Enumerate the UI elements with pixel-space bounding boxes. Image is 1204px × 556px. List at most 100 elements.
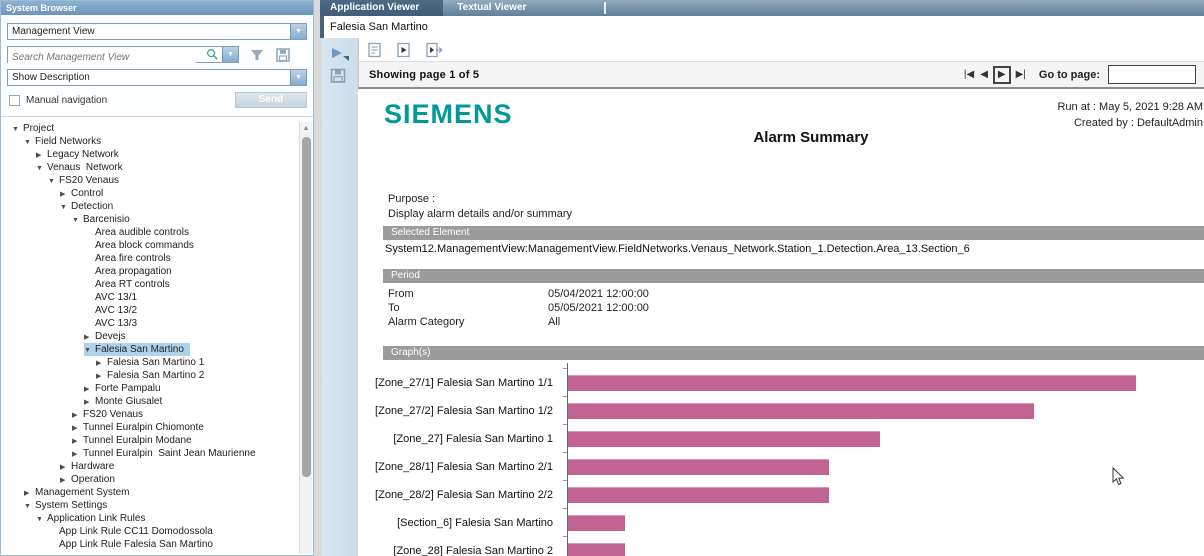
tree-item[interactable]: ▶Legacy Network [2,148,299,161]
tree-item[interactable]: ▶Forte Pampalu [2,382,299,395]
chevron-down-icon[interactable]: ▼ [36,513,47,526]
tree-item[interactable]: ▶Operation [2,473,299,486]
tree-item[interactable]: ▼Detection [2,200,299,213]
manual-navigation-checkbox[interactable] [9,95,20,106]
tree-item[interactable]: ▼Barcenisio [2,213,299,226]
tree-item[interactable]: AVC 13/2 [2,304,299,317]
tree-item-label: App Link Rule Falesia San Martino [59,539,213,550]
goto-page-input[interactable] [1108,65,1196,84]
tree-item[interactable]: ▼Field Networks [2,135,299,148]
tree-item[interactable]: Area propagation [2,265,299,278]
prev-page-icon[interactable]: ◀ [979,68,989,82]
chevron-down-icon[interactable]: ▼ [222,47,238,62]
tree-item[interactable]: ▼Project [2,122,299,135]
search-icon[interactable] [206,48,219,61]
tree-item[interactable]: Area audible controls [2,226,299,239]
chevron-down-icon[interactable]: ▼ [24,500,35,513]
chevron-down-icon[interactable]: ▼ [84,344,95,357]
tab-textual-viewer[interactable]: Textual Viewer [443,0,540,16]
chart-bar [568,515,625,531]
search-input[interactable] [8,51,196,64]
tree-item-label: Devejs [95,331,126,342]
tree-item[interactable]: ▼System Settings [2,499,299,512]
chevron-down-icon[interactable]: ▼ [290,70,306,85]
tree-item[interactable]: ▼Application Link Rules [2,512,299,525]
tree-item[interactable]: ▶Control [2,187,299,200]
mouse-cursor [1112,467,1125,486]
run-report-icon[interactable] [330,46,350,62]
period-label: Alarm Category [388,315,548,329]
chart-category-label: [Zone_27/2] Falesia San Martino 1/2 [375,405,553,417]
chevron-down-icon[interactable]: ▼ [24,136,35,149]
tree-item[interactable]: ▶Falesia San Martino 1 [2,356,299,369]
tree-scrollbar[interactable]: ▲ [299,122,312,554]
chart-row: [Zone_27] Falesia San Martino 1 [358,425,1204,453]
chevron-down-icon[interactable]: ▼ [290,24,306,39]
tree-item[interactable]: ▼Venaus Network [2,161,299,174]
period-table: From05/04/2021 12:00:00To05/05/2021 12:0… [388,287,649,329]
tree-item[interactable]: ▶Tunnel Euralpin Modane [2,434,299,447]
chart-bar [568,543,625,556]
tree-item-label: AVC 13/1 [95,292,137,303]
tree-item-label: Falesia San Martino [95,344,184,355]
tree-item[interactable]: ▼FS20 Venaus [2,174,299,187]
chart-category-label: [Section_6] Falesia San Martino [397,517,553,529]
browser-controls: Management View ▼ ▼ Show Description ▼ M… [1,15,313,117]
view-selector-dropdown[interactable]: Management View ▼ [7,23,307,40]
tree-item[interactable]: ▶FS20 Venaus [2,408,299,421]
showing-page-label: Showing page 1 of 5 [359,69,479,81]
tree-item-label: System Settings [35,500,107,511]
scroll-up-icon[interactable]: ▲ [300,122,312,135]
tree-item[interactable]: ▶Monte Giusalet [2,395,299,408]
tree-item[interactable]: Area block commands [2,239,299,252]
tree-item[interactable]: ▶Hardware [2,460,299,473]
chart-row: [Zone_28] Falesia San Martino 2 [358,537,1204,556]
chevron-down-icon[interactable]: ▼ [60,201,71,214]
scrollbar-thumb[interactable] [302,137,311,477]
chevron-down-icon[interactable]: ▼ [48,175,59,188]
chart-row: [Zone_27/2] Falesia San Martino 1/2 [358,397,1204,425]
period-row: To05/05/2021 12:00:00 [388,301,649,315]
tree-item[interactable]: ▶Tunnel Euralpin Saint Jean Maurienne [2,447,299,460]
filter-icon[interactable] [249,47,265,63]
search-box[interactable]: ▼ [7,46,239,63]
run-icon[interactable] [396,42,411,58]
chevron-down-icon[interactable]: ▼ [36,162,47,175]
tree-item[interactable]: ▶Falesia San Martino 2 [2,369,299,382]
tree-item[interactable]: App Link Rule Falesia San Martino [2,538,299,551]
tab-application-viewer[interactable]: Application Viewer [320,0,443,16]
tree-item-selected[interactable]: ▼Falesia San Martino [2,343,299,356]
tree-item-label: FS20 Venaus [59,175,119,186]
tree-item[interactable]: AVC 13/1 [2,291,299,304]
first-page-icon[interactable]: |◀ [963,68,975,82]
tree-item[interactable]: ▶Tunnel Euralpin Chiomonte [2,421,299,434]
chevron-down-icon[interactable]: ▼ [72,214,83,227]
chevron-down-icon[interactable]: ▼ [12,123,23,136]
tree-item[interactable]: App Link Rule CC11 Domodossola [2,525,299,538]
tree-item[interactable]: Area fire controls [2,252,299,265]
run-export-icon[interactable] [425,42,443,58]
viewer-tabbar: Application Viewer Textual Viewer [320,0,1204,16]
next-page-icon[interactable]: ▶ [993,66,1011,84]
tree-item[interactable]: AVC 13/3 [2,317,299,330]
period-label: From [388,287,548,301]
description-mode-dropdown[interactable]: Show Description ▼ [7,69,307,86]
save-search-icon[interactable] [275,47,291,63]
tree-item[interactable]: ▶Devejs [2,330,299,343]
alarm-chart: [Zone_27/1] Falesia San Martino 1/1[Zone… [358,369,1204,556]
tree-item-label: Forte Pampalu [95,383,161,394]
send-button[interactable]: Send [235,92,307,108]
axis-tick [563,396,567,397]
chart-category-label: [Zone_27] Falesia San Martino 1 [393,433,553,445]
tree-item[interactable]: ▶Management System [2,486,299,499]
axis-tick [563,480,567,481]
tree-item[interactable]: Area RT controls [2,278,299,291]
tree-item-label: Detection [71,201,113,212]
pager-controls: |◀ ◀ ▶ ▶| Go to page: [963,65,1204,84]
tree-item-label: Operation [71,474,115,485]
report-parameters-icon[interactable] [367,42,382,58]
report-title: Alarm Summary [418,129,1204,146]
save-report-icon[interactable] [330,68,347,84]
last-page-icon[interactable]: ▶| [1015,68,1027,82]
run-at-text: Run at : May 5, 2021 9:28 AM [1057,101,1203,113]
